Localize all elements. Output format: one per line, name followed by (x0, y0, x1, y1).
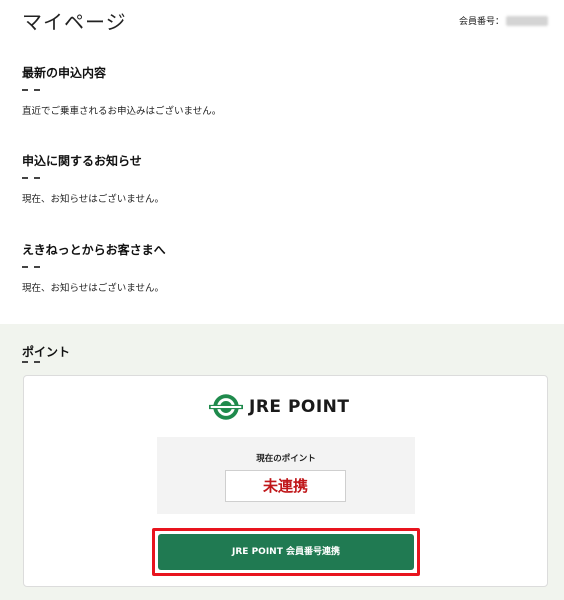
current-points-label: 現在のポイント (256, 454, 316, 464)
jre-point-logo: JRE POINT (209, 390, 350, 424)
member-number-label: 会員番号： (458, 17, 504, 27)
jre-point-logo-icon (209, 394, 243, 420)
heading-underline (22, 264, 40, 268)
heading-underline (22, 87, 40, 91)
points-card: JRE POINT 現在のポイント 未連携 JRE POINT 会員番号連携 (23, 375, 548, 587)
section-body: 現在、お知らせはございません。 (22, 194, 165, 205)
link-member-number-button[interactable]: JRE POINT 会員番号連携 (158, 534, 414, 570)
section-body: 直近でご乗車されるお申込みはございません。 (22, 106, 222, 117)
points-heading: ポイント (22, 345, 71, 359)
page-header: マイページ 会員番号： (22, 6, 548, 34)
logo-text: JRE POINT (249, 397, 350, 417)
highlight-frame: JRE POINT 会員番号連携 (152, 528, 420, 576)
section-messages-to-customers: えきねっとからお客さまへ 現在、お知らせはございません。 (22, 241, 548, 294)
page-title: マイページ (22, 10, 127, 34)
section-heading: えきねっとからお客さまへ (22, 243, 166, 257)
current-points-box: 現在のポイント 未連携 (157, 437, 415, 514)
section-application-notices: 申込に関するお知らせ 現在、お知らせはございません。 (22, 152, 548, 205)
member-number-value-redacted (506, 15, 548, 26)
current-points-value: 未連携 (225, 470, 346, 502)
section-latest-application: 最新の申込内容 直近でご乗車されるお申込みはございません。 (22, 64, 548, 117)
section-heading: 最新の申込内容 (22, 66, 107, 80)
member-number: 会員番号： (459, 14, 548, 27)
heading-underline (22, 175, 40, 179)
section-body: 現在、お知らせはございません。 (22, 283, 165, 294)
heading-underline (22, 359, 40, 363)
section-heading: 申込に関するお知らせ (22, 154, 142, 168)
